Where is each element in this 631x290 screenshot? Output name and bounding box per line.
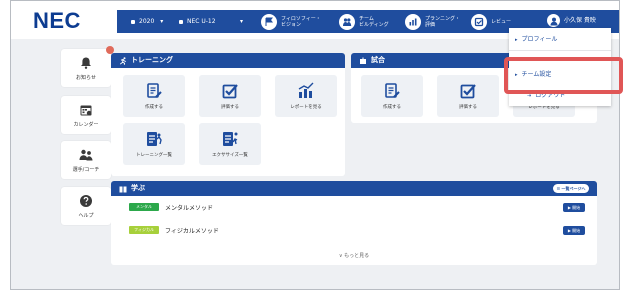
caret-right-icon: ▸ bbox=[515, 37, 518, 43]
tile-label: 評価する bbox=[459, 105, 477, 110]
show-more-link[interactable]: ∨ もっと見る bbox=[111, 252, 597, 259]
learn-card-title: 学ぶ bbox=[131, 184, 145, 192]
nav-team-building-label: チーム ビルディング bbox=[359, 15, 389, 28]
training-create-tile[interactable]: 作成する bbox=[123, 75, 185, 117]
chevron-down-icon: ▾ bbox=[160, 18, 164, 25]
checkbox-icon bbox=[460, 84, 476, 99]
tile-label: 評価する bbox=[221, 105, 239, 110]
training-list-icon bbox=[147, 132, 162, 146]
year-select[interactable]: 2020 ▾ bbox=[131, 16, 163, 27]
sidebar-item-label: 選手/コーチ bbox=[72, 166, 100, 173]
user-icon bbox=[547, 14, 560, 27]
exercise-list-icon bbox=[223, 132, 238, 146]
mental-tag: メンタル bbox=[129, 203, 159, 211]
menu-item-profile[interactable]: ▸ プロフィール bbox=[515, 34, 557, 43]
sidebar-item-label: カレンダー bbox=[73, 121, 99, 128]
nav-planning-label: プランニング・ 評価 bbox=[425, 15, 461, 28]
show-more-label: もっと見る bbox=[344, 253, 370, 259]
user-menu[interactable]: 小久保 貴映 bbox=[547, 14, 596, 27]
match-evaluate-tile[interactable]: 評価する bbox=[437, 75, 499, 117]
nav-planning[interactable]: プランニング・ 評価 bbox=[405, 12, 460, 31]
tile-label: レポートを見る bbox=[290, 105, 322, 110]
people-icon bbox=[79, 149, 93, 160]
start-button[interactable]: ▶ 開始 bbox=[563, 225, 585, 235]
sidebar-item-notifications[interactable]: お知らせ bbox=[61, 46, 114, 87]
user-name: 小久保 貴映 bbox=[564, 16, 596, 24]
list-page-button-label: 一覧ページへ bbox=[561, 186, 586, 191]
tile-label: 作成する bbox=[383, 105, 401, 110]
edit-document-icon bbox=[147, 83, 162, 98]
team-select-value: NEC U-12 bbox=[187, 18, 216, 25]
list-page-button[interactable]: ☰ 一覧ページへ bbox=[553, 184, 589, 193]
start-button[interactable]: ▶ 開始 bbox=[563, 202, 585, 212]
match-icon bbox=[360, 57, 366, 64]
training-card: トレーニング 作成する 評価する レポートを見る トレーニング一覧 エクササイズ… bbox=[111, 53, 345, 176]
team-select-bullet bbox=[179, 19, 183, 24]
physical-tag: フィジカル bbox=[129, 226, 159, 234]
learn-item-title: フィジカルメソッド bbox=[165, 227, 219, 235]
nav-philosophy[interactable]: フィロソフィー・ ビジョン bbox=[261, 12, 321, 31]
start-button-label: 開始 bbox=[572, 204, 581, 210]
learn-item-title: メンタルメソッド bbox=[165, 204, 214, 212]
sidebar-item-players-coaches[interactable]: 選手/コーチ bbox=[61, 141, 111, 179]
nav-review-label: レビュー bbox=[491, 18, 512, 25]
year-select-bullet bbox=[131, 19, 135, 24]
flag-icon bbox=[261, 13, 277, 30]
chart-icon bbox=[405, 13, 421, 30]
list-item: メンタル メンタルメソッド ▶ 開始 bbox=[129, 200, 585, 214]
checkbox-icon bbox=[222, 84, 238, 99]
learn-card-header: 学ぶ ☰ 一覧ページへ bbox=[111, 181, 597, 196]
start-button-label: 開始 bbox=[572, 227, 581, 233]
chevron-down-icon: ▾ bbox=[239, 18, 243, 25]
exercise-list-tile[interactable]: エクササイズ一覧 bbox=[199, 123, 261, 165]
nav-philosophy-label: フィロソフィー・ ビジョン bbox=[281, 15, 321, 28]
menu-divider bbox=[509, 50, 611, 51]
training-evaluate-tile[interactable]: 評価する bbox=[199, 75, 261, 117]
tile-label: 作成する bbox=[145, 105, 163, 110]
nav-review[interactable]: レビュー bbox=[471, 12, 511, 31]
nav-team-building[interactable]: チーム ビルディング bbox=[339, 12, 389, 31]
training-report-tile[interactable]: レポートを見る bbox=[275, 75, 337, 117]
sidebar-item-label: お知らせ bbox=[76, 74, 96, 81]
learn-card: 学ぶ ☰ 一覧ページへ メンタル メンタルメソッド ▶ 開始 フィジカル フィジ… bbox=[111, 181, 597, 265]
training-card-header: トレーニング bbox=[111, 53, 345, 68]
team-icon bbox=[339, 13, 355, 30]
book-icon bbox=[119, 186, 127, 192]
menu-item-label: プロフィール bbox=[521, 36, 558, 43]
sidebar-item-help[interactable]: ヘルプ bbox=[61, 187, 111, 225]
year-select-value: 2020 bbox=[139, 18, 155, 25]
tile-label: トレーニング一覧 bbox=[136, 153, 172, 158]
match-create-tile[interactable]: 作成する bbox=[361, 75, 423, 117]
running-icon bbox=[119, 56, 127, 65]
training-list-tile[interactable]: トレーニング一覧 bbox=[123, 123, 185, 165]
review-icon bbox=[471, 13, 487, 30]
highlight-box bbox=[504, 57, 623, 94]
sidebar-item-calendar[interactable]: カレンダー bbox=[61, 96, 111, 134]
edit-document-icon bbox=[385, 83, 400, 98]
tile-label: エクササイズ一覧 bbox=[212, 153, 248, 158]
calendar-icon bbox=[80, 105, 92, 115]
training-card-title: トレーニング bbox=[131, 56, 173, 64]
help-icon bbox=[80, 194, 92, 207]
match-card-title: 試合 bbox=[371, 56, 385, 64]
team-select[interactable]: NEC U-12 ▾ bbox=[179, 16, 243, 27]
list-item: フィジカル フィジカルメソッド ▶ 開始 bbox=[129, 223, 585, 237]
report-chart-icon bbox=[298, 82, 314, 98]
nec-logo[interactable]: NEC bbox=[33, 8, 81, 34]
bell-icon bbox=[81, 57, 91, 69]
sidebar-item-label: ヘルプ bbox=[78, 212, 94, 219]
